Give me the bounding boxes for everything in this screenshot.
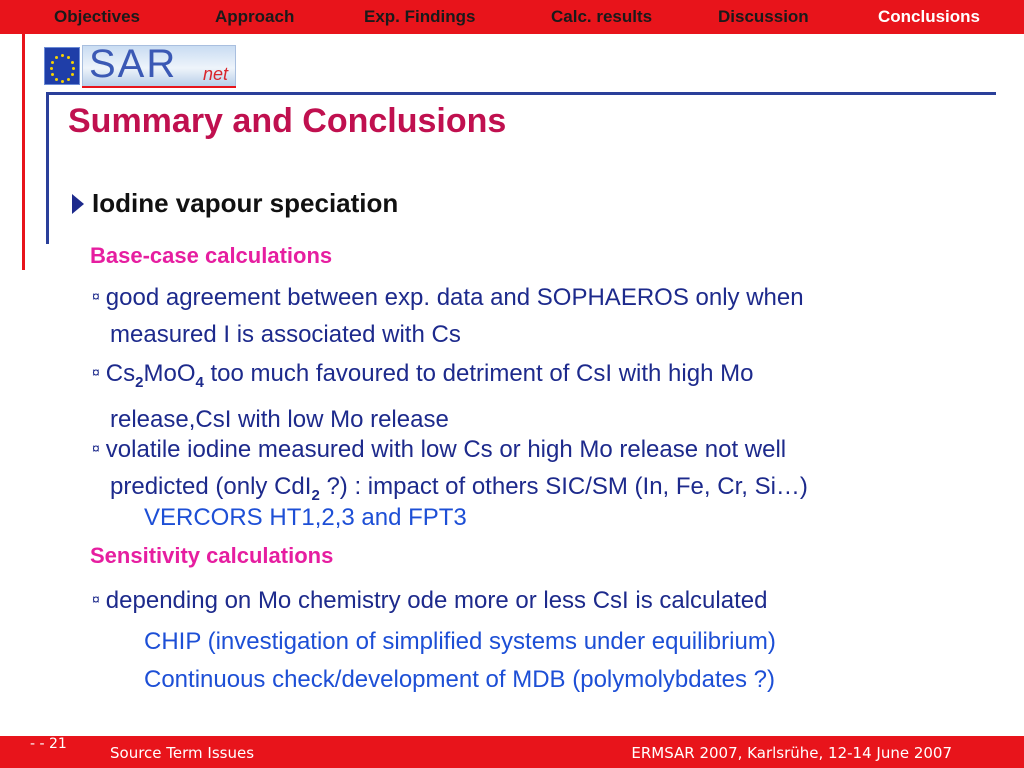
section-label: Iodine vapour speciation [92,188,399,218]
nav-item-conclusions[interactable]: Conclusions [878,7,980,27]
footer-right-text: ERMSAR 2007, Karlsrühe, 12-14 June 2007 [631,744,952,762]
title-frame-line [46,92,49,244]
logo-text: SAR [89,42,178,86]
page-number: - - 21 [30,736,67,752]
sensitivity-note-1: CHIP (investigation of simplified system… [144,628,776,655]
footer-left-text: Source Term Issues [110,744,255,762]
sarnet-logo: SAR net [44,42,236,88]
bullet-icon: ¤ [92,591,100,607]
bullet-icon: ¤ [92,364,100,380]
triangle-bullet-icon [72,194,84,214]
logo-suffix: net [203,64,229,84]
base-case-note: VERCORS HT1,2,3 and FPT3 [144,504,467,531]
base-case-bullet-2: ¤ Cs2MoO4 too much favoured to detriment … [92,360,754,433]
bullet-icon: ¤ [92,440,100,456]
top-nav-bar: Objectives Approach Exp. Findings Calc. … [0,0,1024,34]
section-heading: Iodine vapour speciation [72,188,398,219]
footer-bar: - - 21 Source Term Issues ERMSAR 2007, K… [0,736,1024,768]
page-title: Summary and Conclusions [68,102,507,140]
title-divider [48,92,996,95]
base-case-bullet-1: ¤ good agreement between exp. data and SO… [92,284,804,348]
sensitivity-note-2: Continuous check/development of MDB (pol… [144,666,775,693]
nav-item-exp-findings[interactable]: Exp. Findings [364,7,475,27]
eu-flag-icon [44,47,80,85]
nav-item-discussion[interactable]: Discussion [718,7,809,27]
nav-item-calc-results[interactable]: Calc. results [551,7,652,27]
nav-item-objectives[interactable]: Objectives [54,7,140,27]
base-case-bullet-3: ¤ volatile iodine measured with low Cs or… [92,436,808,504]
sensitivity-bullet-1: ¤ depending on Mo chemistry ode more or l… [92,587,768,614]
sensitivity-heading: Sensitivity calculations [90,543,334,568]
base-case-heading: Base-case calculations [90,243,333,268]
bullet-icon: ¤ [92,288,100,304]
nav-item-approach[interactable]: Approach [215,7,294,27]
left-accent-line [22,34,25,270]
